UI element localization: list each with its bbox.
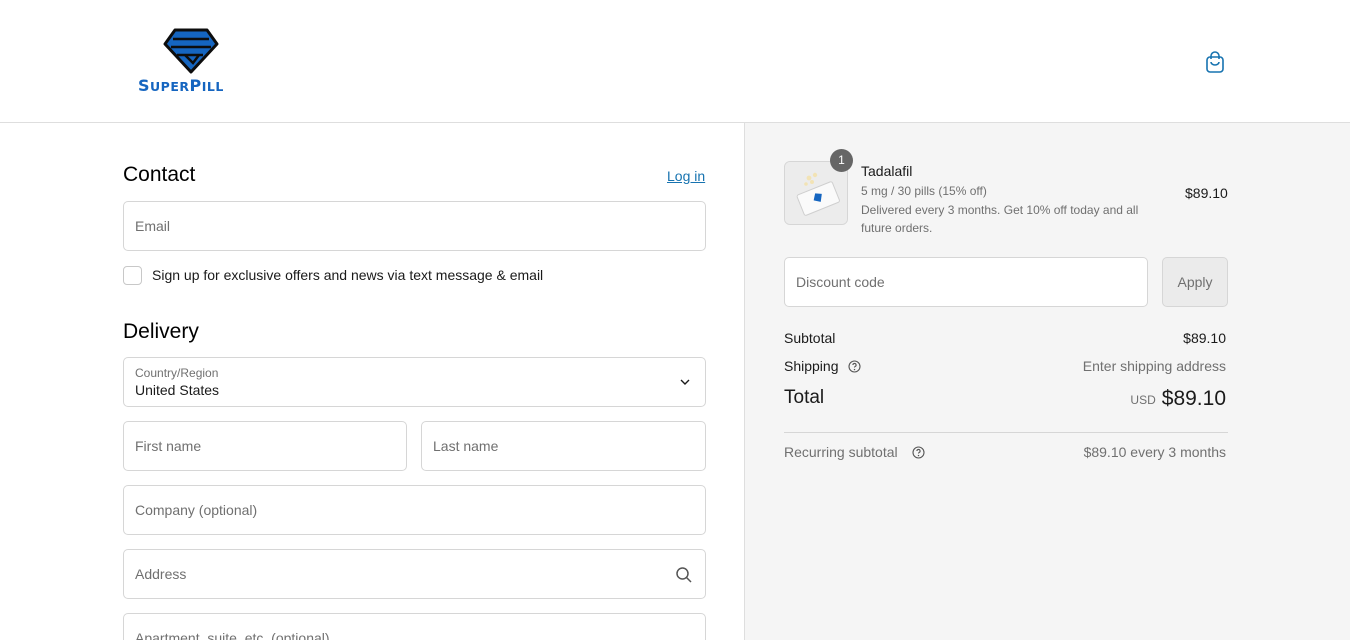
chevron-down-icon [680, 379, 690, 385]
search-icon[interactable] [675, 566, 693, 584]
apply-button[interactable]: Apply [1162, 257, 1228, 307]
shipping-label: Shipping [784, 358, 839, 374]
subtotal-label: Subtotal [784, 330, 836, 346]
total-amount: $89.10 [1161, 387, 1226, 410]
apartment-placeholder: Apartment, suite, etc. (optional) [135, 630, 330, 640]
first-name-field[interactable]: First name [123, 421, 407, 471]
discount-code-field[interactable]: Discount code [784, 257, 1148, 307]
total-currency: USD [1130, 393, 1156, 407]
country-value: United States [135, 382, 220, 398]
order-summary: 1 Tadalafil 5 mg / 30 pills (15% off) De… [744, 123, 1350, 640]
product-note: Delivered every 3 months. Get 10% off to… [861, 203, 1139, 235]
delivery-title: Delivery [123, 320, 199, 343]
contact-title: Contact [123, 163, 196, 186]
last-name-field[interactable]: Last name [421, 421, 706, 471]
superpill-logo[interactable]: SUPERPILL [138, 28, 248, 95]
email-field[interactable]: Email [123, 201, 706, 251]
summary-divider [784, 432, 1228, 433]
country-label: Country/Region [135, 366, 219, 380]
recurring-row-label: Recurring subtotal [784, 444, 925, 460]
address-field[interactable]: Address [123, 549, 706, 599]
header: SUPERPILL [0, 0, 1350, 123]
recurring-value: $89.10 every 3 months [1083, 444, 1226, 460]
diamond-logo-icon [163, 28, 219, 74]
subtotal-value: $89.10 [1183, 330, 1226, 346]
discount-placeholder: Discount code [796, 274, 885, 290]
recurring-label: Recurring subtotal [784, 444, 898, 460]
company-field[interactable]: Company (optional) [123, 485, 706, 535]
help-circle-icon[interactable] [848, 360, 861, 373]
address-placeholder: Address [135, 566, 187, 582]
product-name: Tadalafil [861, 163, 913, 179]
login-link[interactable]: Log in [667, 168, 705, 184]
shopping-bag-icon[interactable] [1204, 50, 1226, 74]
email-placeholder: Email [135, 218, 171, 234]
help-circle-icon[interactable] [911, 446, 925, 459]
shipping-value: Enter shipping address [1082, 358, 1226, 374]
first-name-placeholder: First name [135, 438, 202, 454]
shipping-row-label: Shipping [784, 358, 861, 374]
apartment-field[interactable]: Apartment, suite, etc. (optional) [123, 613, 706, 640]
total-value-group: USD $89.10 [1130, 387, 1226, 411]
company-placeholder: Company (optional) [135, 502, 258, 518]
logo-wordmark: SUPERPILL [138, 76, 224, 95]
last-name-placeholder: Last name [433, 438, 499, 454]
signup-label: Sign up for exclusive offers and news vi… [152, 267, 544, 283]
quantity-badge: 1 [830, 149, 853, 172]
product-variant: 5 mg / 30 pills (15% off) [861, 184, 987, 198]
country-select[interactable]: Country/Region United States [123, 357, 706, 407]
checkout-form: Contact Log in Email Sign up for exclusi… [0, 123, 744, 640]
signup-checkbox[interactable] [123, 266, 142, 285]
product-price: $89.10 [1185, 185, 1228, 201]
total-label: Total [784, 387, 825, 408]
